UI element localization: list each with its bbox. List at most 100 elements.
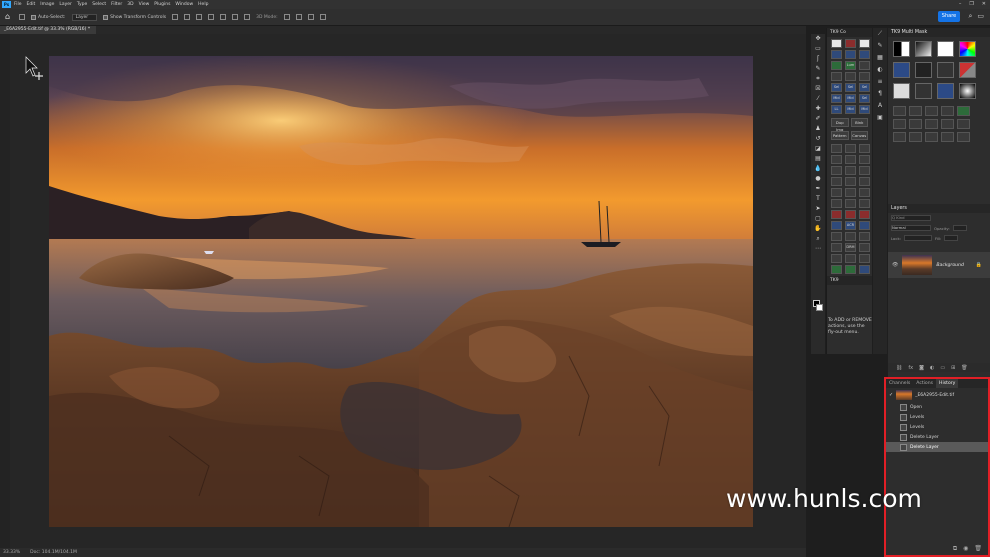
link-icon[interactable]: ⛓ (896, 365, 902, 371)
fx-icon[interactable]: fx (908, 365, 913, 371)
mask-button[interactable] (959, 83, 976, 99)
swatches-icon[interactable]: ▦ (873, 52, 887, 64)
eraser-tool-icon[interactable]: ◪ (811, 144, 825, 154)
close-icon[interactable]: ✕ (982, 1, 986, 7)
mask-small-button[interactable] (957, 106, 970, 116)
shape-tool-icon[interactable]: ▢ (811, 214, 825, 224)
tk9-button[interactable] (859, 50, 870, 59)
mask-small-button[interactable] (925, 106, 938, 116)
menu-type[interactable]: Type (77, 2, 87, 7)
tk9-button[interactable] (859, 61, 870, 70)
auto-select-dropdown[interactable]: Layer (71, 13, 98, 21)
tk9-button[interactable] (859, 232, 870, 241)
mask-small-button[interactable] (909, 106, 922, 116)
history-snapshot[interactable]: ✓ _E6A2955-Edit.tif (886, 388, 988, 402)
align-middle-icon[interactable] (184, 14, 191, 20)
lasso-tool-icon[interactable]: ʃ (811, 54, 825, 64)
menu-edit[interactable]: Edit (27, 2, 36, 7)
mask-button[interactable] (937, 62, 954, 78)
tk9-button[interactable]: ACR (845, 221, 856, 230)
mask-button[interactable] (893, 83, 910, 99)
workspace-icon[interactable]: ▭ (977, 12, 984, 21)
tk9-button[interactable] (831, 144, 842, 153)
more-tools-icon[interactable]: ⋯ (811, 244, 825, 254)
menu-plugins[interactable]: Plugins (154, 2, 170, 7)
history-step[interactable]: Open (886, 402, 988, 412)
align-left-icon[interactable] (208, 14, 215, 20)
brush-tool-icon[interactable]: ✐ (811, 114, 825, 124)
tk9-button[interactable]: Mid (831, 94, 842, 103)
menu-filter[interactable]: Filter (111, 2, 122, 7)
mask-small-button[interactable] (957, 119, 970, 129)
canvas-button[interactable]: Canvas (850, 131, 868, 140)
minimize-icon[interactable]: – (959, 1, 962, 7)
pen-tool-icon[interactable]: ✒ (811, 184, 825, 194)
mask-small-button[interactable] (893, 132, 906, 142)
new-document-icon[interactable]: ⧉ (953, 545, 957, 553)
history-step[interactable]: Levels (886, 422, 988, 432)
tk9-button[interactable] (845, 144, 856, 153)
history-step[interactable]: Levels (886, 412, 988, 422)
tk9-button[interactable] (845, 265, 856, 274)
search-icon[interactable]: ⌕ (968, 12, 972, 21)
trash-icon[interactable]: 🗑 (974, 545, 982, 553)
tk9-button[interactable] (831, 50, 842, 59)
auto-select-checkbox[interactable]: Auto-Select: (31, 14, 66, 20)
mask-button[interactable] (915, 83, 932, 99)
quick-select-tool-icon[interactable]: ✎ (811, 64, 825, 74)
history-brush-tool-icon[interactable]: ↺ (811, 134, 825, 144)
tk9-button[interactable] (831, 155, 842, 164)
move-tool-icon[interactable]: ✥ (811, 34, 825, 44)
tk9-button[interactable] (859, 144, 870, 153)
background-color[interactable] (816, 304, 823, 311)
mask-small-button[interactable] (909, 119, 922, 129)
blnk-button[interactable]: Blnk (850, 118, 868, 127)
tk9-button[interactable] (845, 155, 856, 164)
mask-small-button[interactable] (909, 132, 922, 142)
3d-slide-icon[interactable] (319, 14, 326, 20)
tk9-button[interactable] (845, 210, 856, 219)
blend-mode-dropdown[interactable]: Normal (891, 225, 931, 231)
document-image[interactable] (49, 56, 753, 527)
opacity-input[interactable] (952, 225, 967, 231)
align-bottom-icon[interactable] (196, 14, 203, 20)
tk9-button[interactable] (831, 39, 842, 48)
tk9-button[interactable] (831, 188, 842, 197)
move-tool-icon[interactable] (19, 14, 25, 20)
mask-button[interactable] (915, 62, 932, 78)
3d-roll-icon[interactable] (295, 14, 302, 20)
tk9-button[interactable]: Lum (845, 61, 856, 70)
tk9-button[interactable] (845, 39, 856, 48)
zoom-level[interactable]: 33.33% (3, 550, 20, 555)
frame-tool-icon[interactable]: ☒ (811, 84, 825, 94)
tab-actions[interactable]: Actions (913, 379, 936, 388)
tk9-button[interactable] (831, 177, 842, 186)
tk9-button[interactable] (831, 166, 842, 175)
mask-small-button[interactable] (893, 106, 906, 116)
visibility-eye-icon[interactable]: 👁 (892, 262, 898, 268)
share-button[interactable]: Share (938, 11, 960, 22)
mask-small-button[interactable] (957, 132, 970, 142)
mask-small-button[interactable] (893, 119, 906, 129)
3d-orbit-icon[interactable] (283, 14, 290, 20)
menu-3d[interactable]: 3D (127, 2, 133, 7)
mask-icon[interactable]: ◙ (919, 365, 924, 371)
zoom-tool-icon[interactable]: ⌕ (811, 234, 825, 244)
tk9-button[interactable]: LL (831, 105, 842, 114)
mask-small-button[interactable] (941, 132, 954, 142)
new-layer-icon[interactable]: ⊞ (951, 365, 955, 371)
tk9-button[interactable] (845, 254, 856, 263)
tk9-button[interactable] (831, 265, 842, 274)
tk9-button[interactable]: DRM (845, 243, 856, 252)
tk9-button[interactable] (859, 39, 870, 48)
pattern-button[interactable]: Pattern (831, 131, 849, 140)
tk9-button[interactable] (859, 254, 870, 263)
mask-small-button[interactable] (941, 119, 954, 129)
tk9-button[interactable] (845, 72, 856, 81)
tk9-button[interactable] (831, 232, 842, 241)
tk9-button[interactable]: Mid (845, 105, 856, 114)
group-icon[interactable]: ▭ (940, 365, 945, 371)
tab-channels[interactable]: Channels (886, 379, 913, 388)
menu-file[interactable]: File (14, 2, 22, 7)
paragraph-icon[interactable]: ¶ (873, 88, 887, 100)
